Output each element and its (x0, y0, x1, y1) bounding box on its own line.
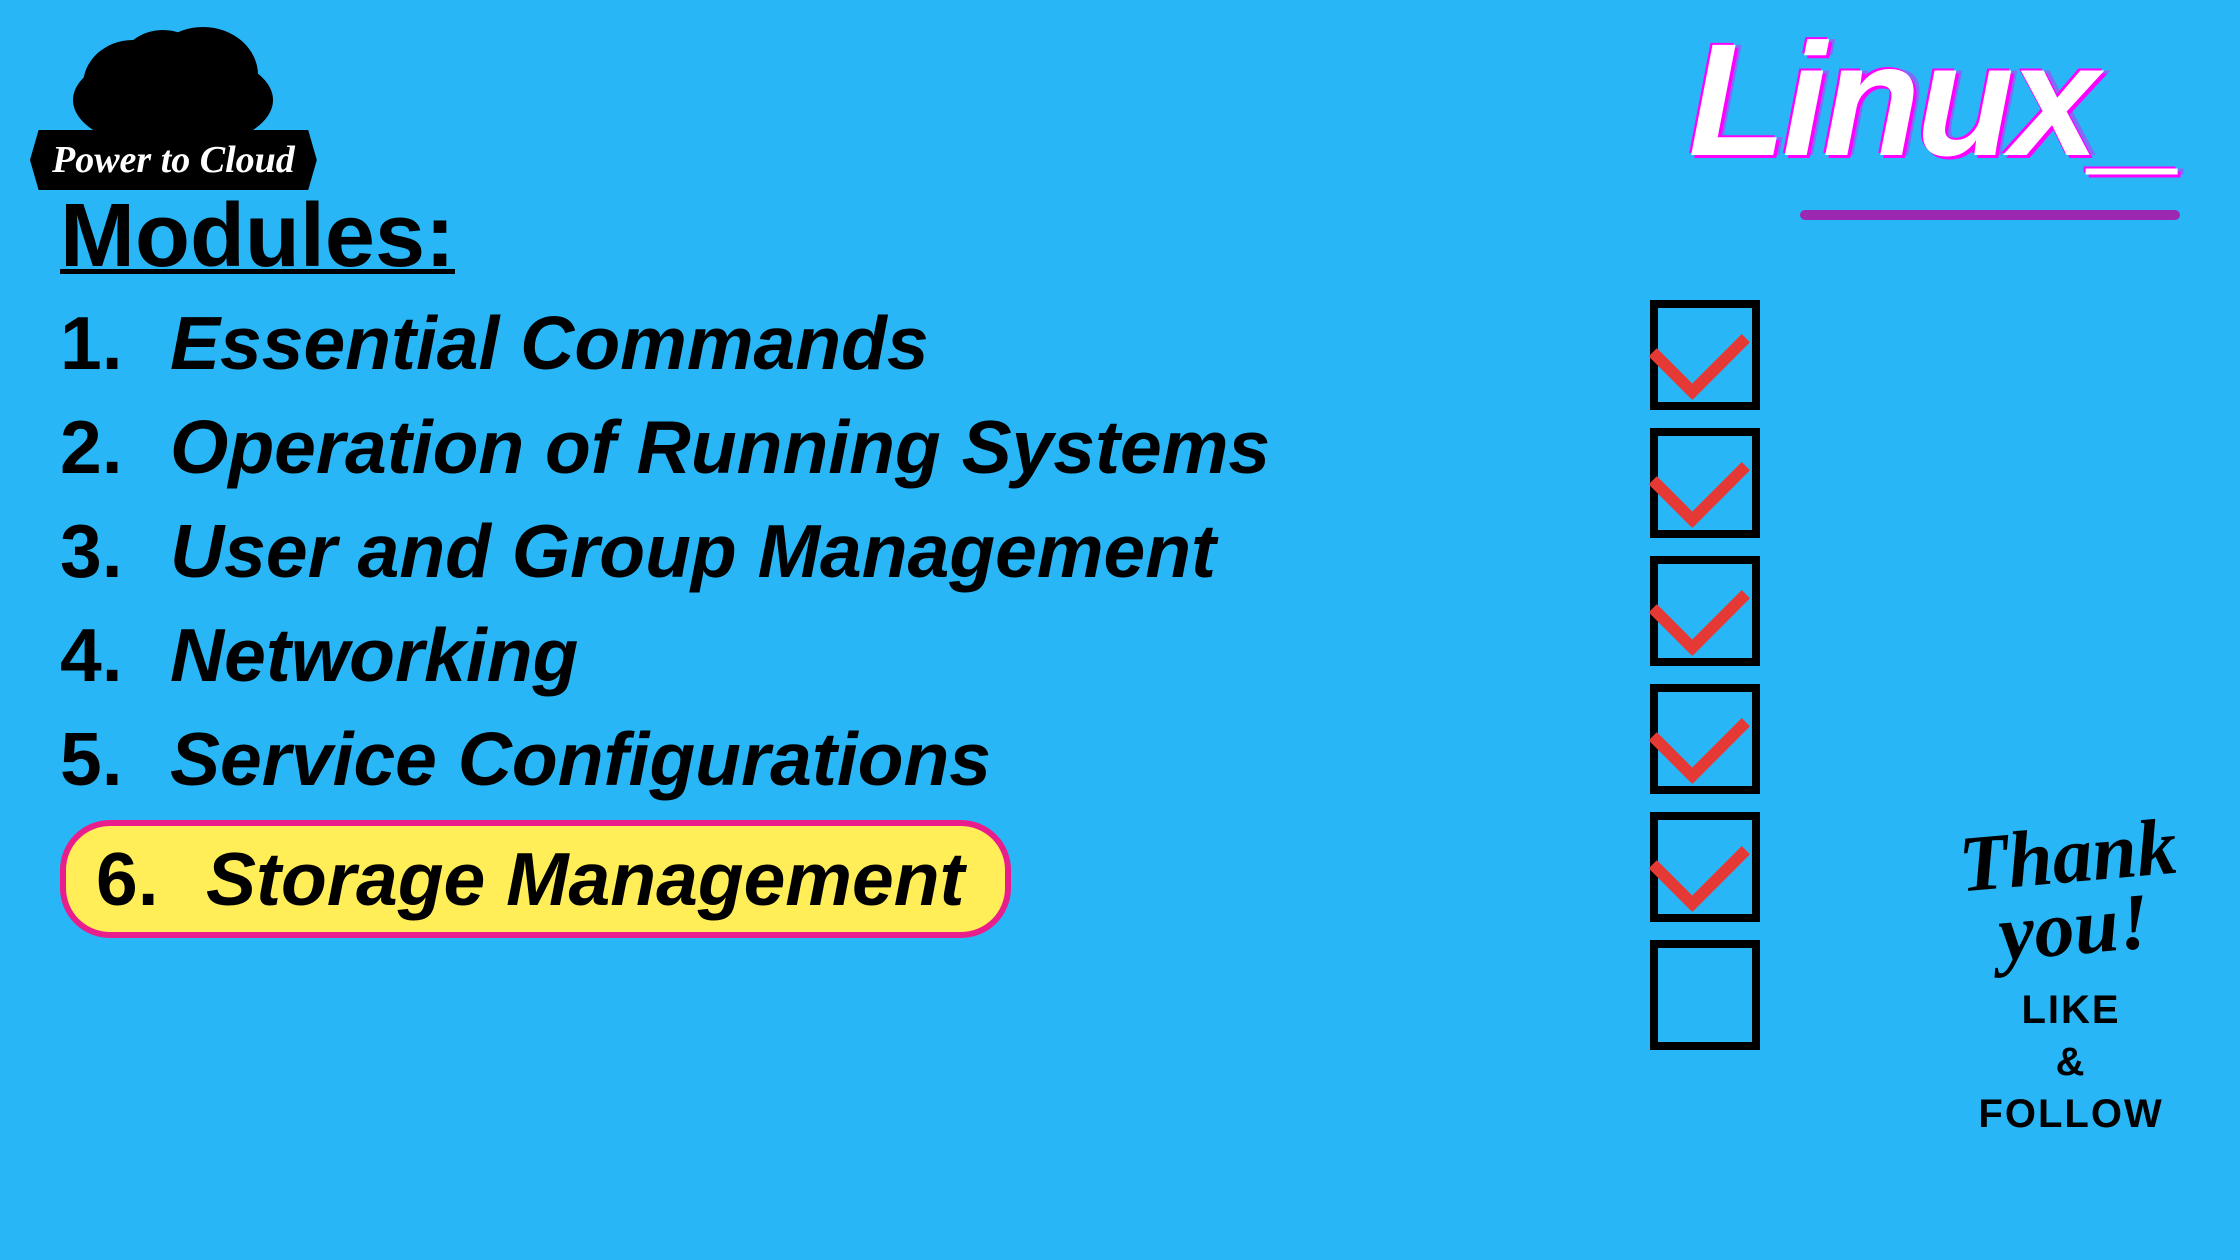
like-follow-text: LIKE&FOLLOW (1962, 984, 2180, 1140)
logo-container: Power to Cloud (30, 20, 317, 190)
brand-name: Power to Cloud (30, 130, 317, 190)
linux-title-text: Linux_ (1688, 10, 2180, 189)
module-text: Networking (170, 612, 578, 698)
checkbox-3 (1650, 556, 1760, 666)
module-text: Operation of Running Systems (170, 404, 1270, 490)
thank-you-section: Thankyou! LIKE&FOLLOW (1962, 820, 2180, 1140)
list-item: 3. User and Group Management (60, 508, 1270, 594)
module-list: 1. Essential Commands 2. Operation of Ru… (60, 300, 1270, 956)
checkbox-4 (1650, 684, 1760, 794)
thank-you-text: Thankyou! (1956, 811, 2186, 973)
modules-heading: Modules: (60, 185, 455, 288)
checkbox-1 (1650, 300, 1760, 410)
checkbox-2 (1650, 428, 1760, 538)
module-number: 5. (60, 716, 170, 802)
highlight-box: 6. Storage Management (60, 820, 1011, 938)
list-item: 4. Networking (60, 612, 1270, 698)
module-number: 6. (96, 836, 206, 922)
module-number: 1. (60, 300, 170, 386)
checkbox-5 (1650, 812, 1760, 922)
module-text: Storage Management (206, 836, 965, 922)
list-item: 5. Service Configurations (60, 716, 1270, 802)
checkbox-6 (1650, 940, 1760, 1050)
module-number: 3. (60, 508, 170, 594)
list-item: 2. Operation of Running Systems (60, 404, 1270, 490)
module-number: 4. (60, 612, 170, 698)
list-item-highlighted: 6. Storage Management (60, 820, 1270, 938)
checkboxes-column (1650, 300, 1760, 1050)
module-text: User and Group Management (170, 508, 1216, 594)
linux-underline (1800, 210, 2180, 220)
module-text: Essential Commands (170, 300, 929, 386)
module-number: 2. (60, 404, 170, 490)
list-item: 1. Essential Commands (60, 300, 1270, 386)
linux-title: Linux_ (1688, 20, 2180, 180)
module-text: Service Configurations (170, 716, 991, 802)
